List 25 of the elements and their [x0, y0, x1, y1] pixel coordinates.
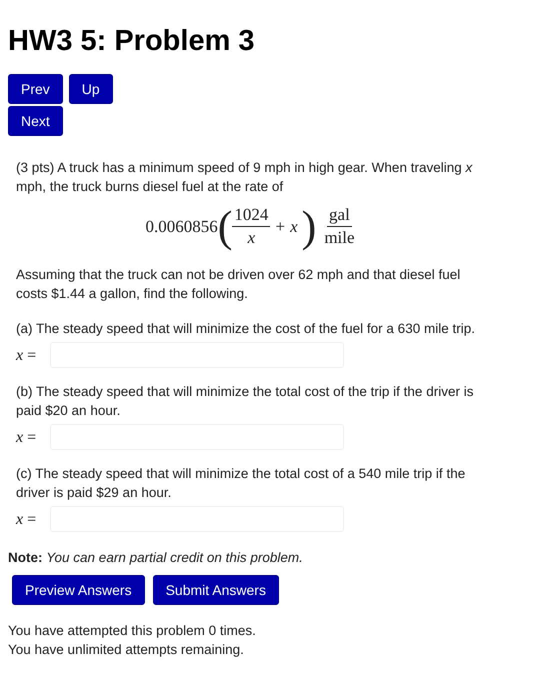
submit-button[interactable]: Submit Answers [152, 575, 279, 605]
fraction-numerator: 1024 [232, 204, 270, 227]
question-text: (b) The steady speed that will minimize the total cost of the trip if the driver is paid $20 an hour. [16, 383, 474, 420]
nav-button[interactable]: Up [68, 74, 113, 104]
fraction-denominator: x [248, 227, 256, 249]
attempts-text: You have unlimited attempts remaining. [8, 641, 245, 659]
answer-label: x = [16, 428, 38, 446]
answer-label: x = [16, 510, 38, 528]
attempts-text: You have attempted this problem 0 times. [8, 622, 257, 640]
nav-button[interactable]: Prev [8, 74, 63, 104]
nav-button[interactable]: Next [8, 106, 63, 136]
page-title: HW3 5: Problem 3 [8, 24, 256, 58]
parenthesis: ) [302, 204, 316, 248]
formula-coefficient: 0.0060856 [145, 217, 218, 236]
question-text: (c) The steady speed that will minimize the total cost of a 540 mile trip if the driver is paid $29 an hour. [16, 465, 466, 502]
formula-term: + x [274, 217, 298, 236]
problem-text: Assuming that the truck can not be driven over 62 mph and that diesel fuel costs $1.44 a gallon, find the following. [16, 266, 462, 303]
unit-denominator: mile [324, 227, 355, 249]
parenthesis: ( [218, 204, 232, 248]
problem-text: (3 pts) A truck has a minimum speed of 9 mph in high gear. When traveling x mph, the truck burns diesel fuel at the rate of [16, 159, 474, 196]
answer-label: x = [16, 346, 38, 364]
submit-button[interactable]: Preview Answers [12, 575, 145, 605]
unit-numerator: gal [327, 204, 352, 227]
question-text: (a) The steady speed that will minimize the cost of the fuel for a 630 mile trip. [16, 320, 476, 338]
note-text: Note: You can earn partial credit on this problem. [8, 549, 304, 567]
